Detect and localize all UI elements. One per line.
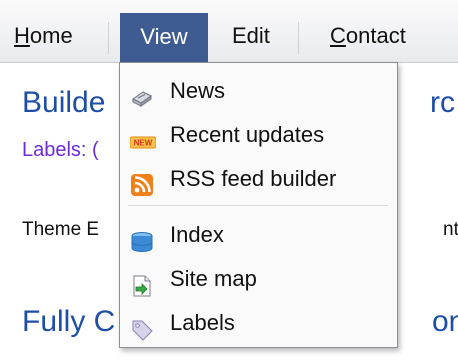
news-icon bbox=[130, 80, 154, 107]
menu-view[interactable]: View bbox=[120, 13, 208, 62]
dropdown-item-label: Labels bbox=[170, 310, 235, 335]
menu-edit[interactable]: Edit bbox=[232, 12, 270, 62]
menu-separator bbox=[298, 22, 299, 54]
post-body-text-tail: ntec bbox=[443, 219, 458, 240]
menu-contact-label: ontact bbox=[345, 23, 406, 48]
sitemap-icon bbox=[130, 268, 154, 297]
post-title-link-tail[interactable]: rc bbox=[430, 86, 455, 120]
tag-icon bbox=[130, 312, 154, 341]
dropdown-item-label: Recent updates bbox=[170, 122, 325, 147]
dropdown-item-labels[interactable]: Labels bbox=[120, 301, 397, 345]
menu-contact[interactable]: Contact bbox=[330, 12, 406, 62]
dropdown-item-label: News bbox=[170, 78, 226, 103]
index-icon bbox=[130, 224, 154, 252]
new-badge-icon: NEW bbox=[129, 124, 157, 149]
dropdown-item-label: RSS feed builder bbox=[170, 166, 337, 191]
dropdown-item-index[interactable]: Index bbox=[120, 213, 397, 257]
new-badge-text: NEW bbox=[134, 139, 153, 148]
menu-separator bbox=[108, 22, 109, 54]
dropdown-item-label: Site map bbox=[170, 266, 257, 291]
dropdown-item-news[interactable]: News bbox=[120, 69, 397, 113]
menu-home[interactable]: Home bbox=[14, 12, 73, 62]
menu-home-label: ome bbox=[29, 23, 73, 48]
post-title-link[interactable]: Builde bbox=[22, 86, 105, 120]
post-title-link-tail[interactable]: on bbox=[432, 305, 458, 339]
post-body-text: Theme E bbox=[22, 219, 100, 240]
menu-contact-accesskey: C bbox=[330, 23, 346, 48]
dropdown-item-site-map[interactable]: Site map bbox=[120, 257, 397, 301]
dropdown-item-recent-updates[interactable]: NEW Recent updates bbox=[120, 113, 397, 157]
view-dropdown-menu: News NEW Recent updates RSS feed builder bbox=[119, 62, 398, 348]
dropdown-item-label: Index bbox=[170, 222, 224, 247]
post-title-link[interactable]: Fully C bbox=[22, 305, 115, 339]
dropdown-item-rss-feed-builder[interactable]: RSS feed builder bbox=[120, 157, 397, 201]
post-labels: Labels: ( bbox=[22, 139, 99, 161]
menu-home-accesskey: H bbox=[14, 23, 30, 48]
menu-edit-label: Edit bbox=[232, 23, 270, 48]
menu-view-label: View bbox=[140, 24, 188, 49]
rss-icon bbox=[130, 168, 154, 196]
top-menu-bar: Home View Edit Contact bbox=[0, 0, 458, 63]
dropdown-separator bbox=[128, 205, 388, 206]
